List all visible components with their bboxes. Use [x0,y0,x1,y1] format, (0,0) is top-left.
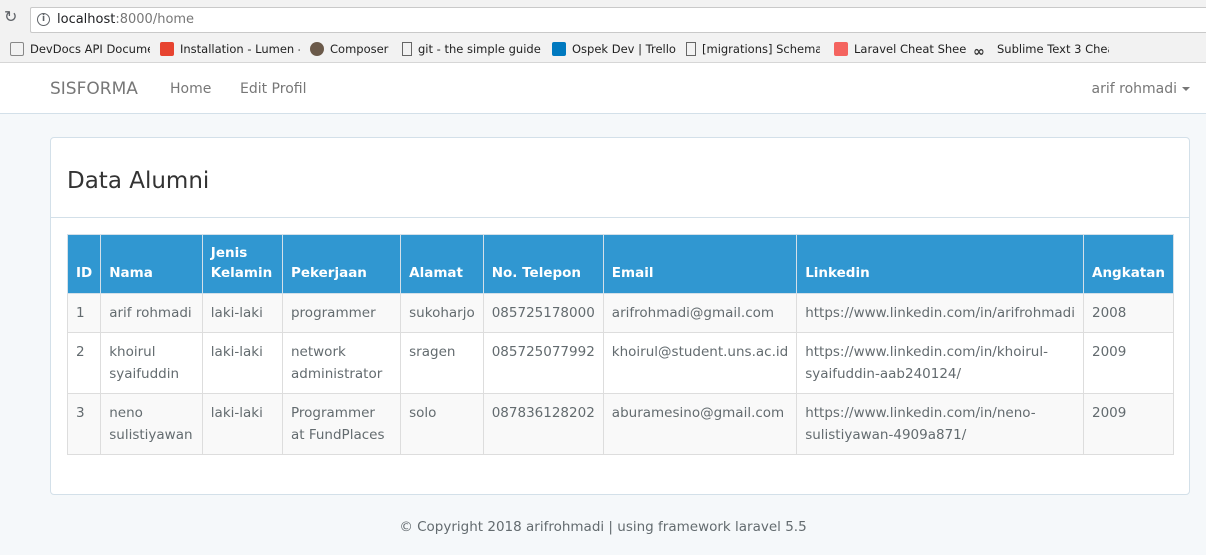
cell-alamat: sragen [400,332,484,394]
cell-angkatan: 2009 [1083,393,1174,455]
cell-linkedin: https://www.linkedin.com/in/arifrohmadi [796,293,1084,333]
trello-icon [552,42,566,56]
bookmark-migrations[interactable]: [migrations] Schema [686,41,820,57]
cell-angkatan: 2008 [1083,293,1174,333]
devdocs-icon [10,42,24,56]
cell-jenis-kelamin: laki-laki [201,332,283,394]
cell-telepon: 085725178000 [482,293,604,333]
cell-email: khoirul@student.uns.ac.id [602,332,798,394]
table-row: 2 khoirul syaifuddin laki-laki network a… [66,332,1174,394]
infinity-icon: ∞ [973,44,985,57]
header-telepon: No. Telepon [482,234,604,294]
page-icon [686,42,696,56]
nav-edit-profil[interactable]: Edit Profil [240,81,306,97]
page-icon [402,42,412,56]
table-header-row: ID Nama Jenis Kelamin Pekerjaan Alamat N… [66,234,1174,294]
cell-linkedin: https://www.linkedin.com/in/neno-sulisti… [796,393,1084,455]
bookmark-devdocs[interactable]: DevDocs API Docume [10,41,150,57]
cell-alamat: solo [400,393,484,455]
table-row: 1 arif rohmadi laki-laki programmer suko… [66,293,1174,333]
cell-nama: arif rohmadi [100,293,203,333]
cell-id: 3 [66,393,102,455]
cell-telepon: 085725077992 [482,332,604,394]
cell-alamat: sukoharjo [400,293,484,333]
navbar: SISFORMA Home Edit Profil arif rohmadi [0,63,1206,114]
info-icon[interactable]: i [37,13,50,26]
footer-copyright: © Copyright 2018 arifrohmadi | using fra… [399,519,807,535]
page-title: Data Alumni [67,168,210,194]
header-id: ID [66,234,102,294]
header-nama: Nama [100,234,203,294]
laravel-icon [834,42,848,56]
nav-home[interactable]: Home [170,81,211,97]
header-angkatan: Angkatan [1083,234,1174,294]
cell-email: aburamesino@gmail.com [602,393,798,455]
header-alamat: Alamat [400,234,484,294]
bookmarks-bar: DevDocs API Docume Installation - Lumen … [0,36,1206,63]
cell-jenis-kelamin: laki-laki [201,293,283,333]
cell-angkatan: 2009 [1083,332,1174,394]
user-dropdown[interactable]: arif rohmadi [1092,81,1190,97]
cell-jenis-kelamin: laki-laki [201,393,283,455]
header-pekerjaan: Pekerjaan [281,234,402,294]
bookmark-lumen[interactable]: Installation - Lumen - [160,41,300,57]
bookmark-composer[interactable]: Composer [310,41,396,57]
url-input[interactable]: i localhost:8000/home [30,7,1206,33]
header-linkedin: Linkedin [796,234,1084,294]
bookmark-git-guide[interactable]: git - the simple guide [402,41,542,57]
alumni-panel: Data Alumni ID Nama Jenis Kelamin Pekerj… [50,137,1190,495]
cell-nama: neno sulistiyawan [100,393,203,455]
cell-pekerjaan: network administrator [281,332,402,394]
header-jenis-kelamin: Jenis Kelamin [201,234,283,294]
browser-address-bar: ↻ i localhost:8000/home [0,0,1206,36]
cell-nama: khoirul syaifuddin [100,332,203,394]
cell-pekerjaan: Programmer at FundPlaces [281,393,402,455]
cell-id: 1 [66,293,102,333]
composer-icon [310,42,324,56]
cell-linkedin: https://www.linkedin.com/in/khoirul-syai… [796,332,1084,394]
reload-icon[interactable]: ↻ [4,9,20,25]
bookmark-laravel-cheat[interactable]: Laravel Cheat Sheet [834,41,966,57]
lumen-icon [160,42,174,56]
url-text: localhost:8000/home [57,12,195,27]
bookmark-sublime-cheat[interactable]: ∞ Sublime Text 3 Cheat [973,41,1109,57]
cell-telepon: 087836128202 [482,393,604,455]
header-email: Email [602,234,798,294]
bookmark-trello[interactable]: Ospek Dev | Trello [552,41,676,57]
cell-pekerjaan: programmer [281,293,402,333]
panel-heading: Data Alumni [51,138,1189,218]
cell-email: arifrohmadi@gmail.com [602,293,798,333]
caret-down-icon [1182,87,1190,91]
brand-link[interactable]: SISFORMA [50,79,138,99]
table-row: 3 neno sulistiyawan laki-laki Programmer… [66,393,1174,455]
alumni-table: ID Nama Jenis Kelamin Pekerjaan Alamat N… [66,234,1174,455]
cell-id: 2 [66,332,102,394]
